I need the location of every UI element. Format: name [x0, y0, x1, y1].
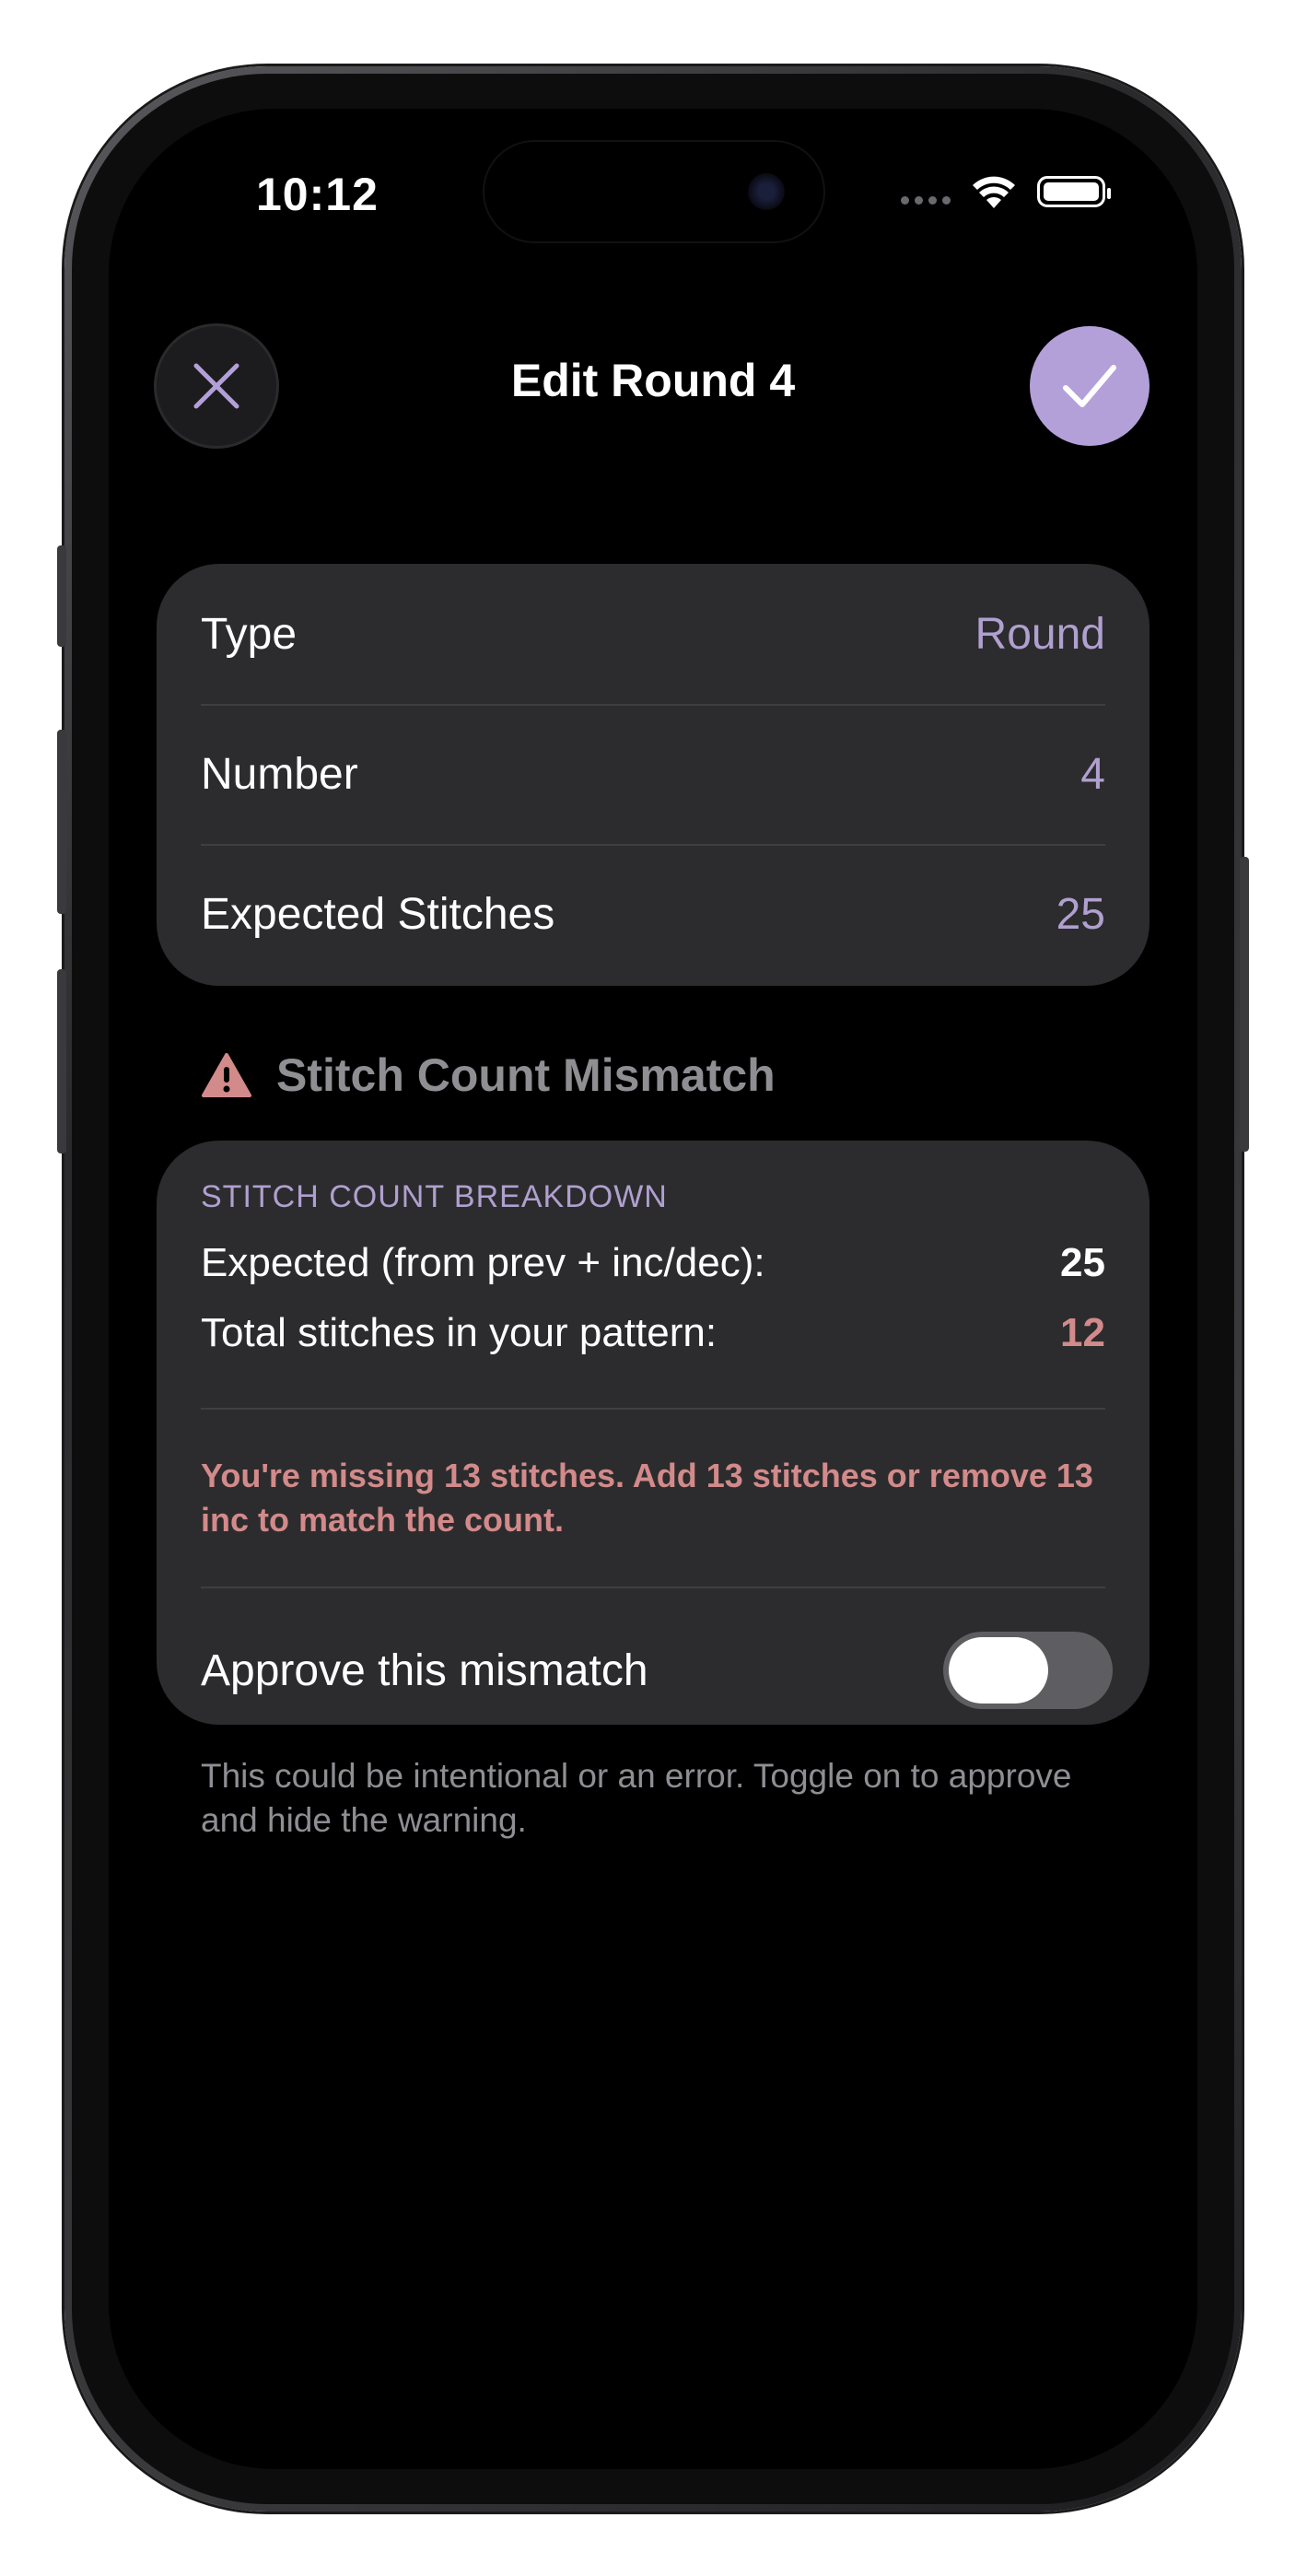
warning-triangle-icon: [202, 1053, 251, 1097]
status-indicators: [901, 171, 1111, 212]
wifi-icon: [973, 176, 1015, 208]
action-button: [57, 545, 66, 647]
total-count-row: Total stitches in your pattern: 12: [201, 1310, 1105, 1356]
toggle-knob: [949, 1637, 1048, 1704]
approve-label: Approve this mismatch: [201, 1645, 648, 1695]
mismatch-message: You're missing 13 stitches. Add 13 stitc…: [201, 1457, 1093, 1539]
expected-count-value: 25: [1060, 1240, 1105, 1285]
volume-up-button: [57, 730, 66, 914]
expected-count-row: Expected (from prev + inc/dec): 25: [201, 1240, 1105, 1286]
type-row[interactable]: Type Round: [157, 564, 1149, 704]
expected-stitches-label: Expected Stitches: [201, 889, 555, 939]
expected-stitches-value[interactable]: 25: [1056, 889, 1105, 940]
expected-stitches-row[interactable]: Expected Stitches 25: [157, 844, 1149, 984]
front-camera-icon: [748, 173, 785, 210]
approve-divider: [201, 1587, 1105, 1588]
volume-down-button: [57, 969, 66, 1153]
mismatch-header: Stitch Count Mismatch: [201, 1048, 776, 1102]
breakdown-caption: STITCH COUNT BREAKDOWN: [201, 1179, 668, 1214]
number-label: Number: [201, 749, 358, 799]
mismatch-title: Stitch Count Mismatch: [276, 1049, 776, 1101]
round-details-card: Type Round Number 4 Expected Stitches 25: [157, 564, 1149, 986]
checkmark-icon: [1063, 365, 1116, 407]
total-count-value: 12: [1060, 1310, 1105, 1355]
screen: 10:12 Edit Round 4 Type Round Number 4 E…: [109, 109, 1197, 2469]
total-count-label: Total stitches in your pattern:: [201, 1310, 718, 1355]
type-value[interactable]: Round: [975, 609, 1105, 660]
number-value[interactable]: 4: [1080, 749, 1105, 800]
power-button: [1240, 857, 1249, 1152]
battery-icon: [1037, 176, 1111, 207]
cellular-signal-icon: [901, 171, 951, 212]
expected-count-label: Expected (from prev + inc/dec):: [201, 1240, 765, 1285]
breakdown-card: STITCH COUNT BREAKDOWN Expected (from pr…: [157, 1141, 1149, 1725]
approve-row: Approve this mismatch: [201, 1620, 1113, 1721]
type-label: Type: [201, 609, 298, 659]
dynamic-island: [483, 140, 825, 243]
number-row[interactable]: Number 4: [157, 704, 1149, 844]
approve-mismatch-toggle[interactable]: [943, 1632, 1113, 1709]
confirm-button[interactable]: [1030, 326, 1149, 446]
status-time: 10:12: [256, 169, 379, 220]
approve-footnote: This could be intentional or an error. T…: [201, 1757, 1072, 1839]
breakdown-divider: [201, 1408, 1105, 1410]
